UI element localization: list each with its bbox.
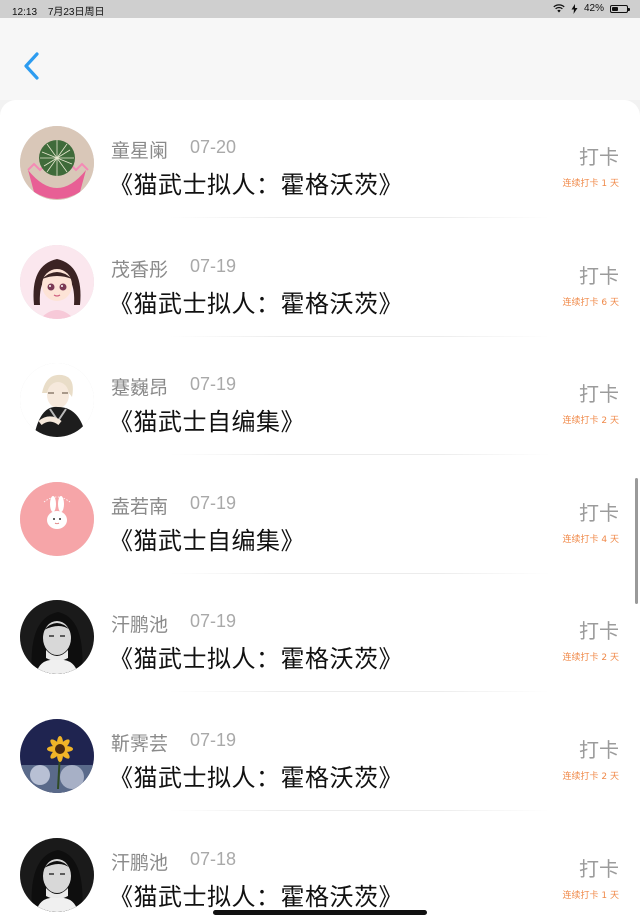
status-date: 7月23日周日 [47, 7, 105, 18]
list-item[interactable]: 茂香彤 07-19 《猫武士拟人：霍格沃茨》 打卡 连续打卡 6 天 [0, 219, 640, 337]
book-title[interactable]: 《猫武士拟人：霍格沃茨》 [109, 165, 403, 200]
checkin-button[interactable]: 打卡 [579, 615, 619, 644]
avatar[interactable] [20, 837, 94, 912]
avatar[interactable] [20, 126, 94, 200]
streak-label: 连续打卡 4 天 [562, 534, 619, 545]
streak-label: 连续打卡 1 天 [562, 179, 619, 189]
avatar[interactable] [20, 481, 94, 556]
checkin-button[interactable]: 打卡 [579, 141, 619, 170]
checkin-list: 童星阑 07-20 《猫武士拟人：霍格沃茨》 打卡 连续打卡 1 天 茂香彤 0… [0, 100, 640, 921]
streak-label: 连续打卡 1 天 [562, 890, 619, 901]
avatar[interactable] [20, 363, 94, 438]
checkin-date: 07-18 [190, 848, 237, 869]
user-name: 蹇巍昂 [111, 377, 169, 400]
avatar[interactable] [20, 719, 94, 793]
book-title[interactable]: 《猫武士拟人：霍格沃茨》 [109, 639, 403, 674]
checkin-date: 07-19 [190, 374, 237, 395]
back-button[interactable] [18, 46, 48, 86]
streak-label: 连续打卡 2 天 [562, 416, 619, 427]
checkin-date: 07-19 [190, 492, 237, 513]
checkin-date: 07-19 [190, 611, 237, 632]
book-title[interactable]: 《猫武士拟人：霍格沃茨》 [109, 284, 403, 319]
user-name: 盍若南 [111, 495, 169, 518]
list-item[interactable]: 靳霁芸 07-19 《猫武士拟人：霍格沃茨》 打卡 连续打卡 2 天 [0, 693, 640, 811]
book-title[interactable]: 《猫武士拟人：霍格沃茨》 [109, 758, 403, 793]
user-name: 茂香彤 [111, 258, 169, 281]
streak-label: 连续打卡 2 天 [562, 772, 619, 782]
avatar[interactable] [20, 600, 94, 675]
list-item[interactable]: 蹇巍昂 07-19 《猫武士自编集》 打卡 连续打卡 2 天 [0, 337, 640, 456]
list-item[interactable]: 童星阑 07-20 《猫武士拟人：霍格沃茨》 打卡 连续打卡 1 天 [0, 100, 640, 218]
checkin-button[interactable]: 打卡 [579, 734, 619, 763]
checkin-button[interactable]: 打卡 [579, 378, 619, 407]
wifi-icon [553, 4, 565, 13]
checkin-button[interactable]: 打卡 [579, 853, 619, 882]
avatar[interactable] [20, 244, 94, 319]
streak-label: 连续打卡 6 天 [562, 297, 619, 308]
checkin-date: 07-19 [190, 730, 237, 750]
charging-icon [571, 3, 578, 14]
book-title[interactable]: 《猫武士自编集》 [109, 402, 305, 437]
book-title[interactable]: 《猫武士拟人：霍格沃茨》 [109, 877, 403, 912]
status-time: 12:13 [12, 7, 38, 18]
battery-percent: 42% [583, 3, 604, 14]
user-name: 汗鹏池 [111, 851, 169, 874]
checkin-date: 07-19 [190, 255, 237, 276]
home-indicator[interactable] [213, 910, 427, 915]
list-item[interactable]: 汗鹏池 07-18 《猫武士拟人：霍格沃茨》 打卡 连续打卡 1 天 [0, 812, 640, 921]
checkin-date: 07-20 [190, 137, 237, 157]
checkin-button[interactable]: 打卡 [579, 260, 619, 289]
navigation-bar [0, 18, 640, 100]
chevron-left-icon [24, 52, 39, 80]
scrollbar[interactable] [635, 478, 638, 604]
user-name: 汗鹏池 [111, 614, 169, 637]
battery-icon [610, 4, 630, 13]
streak-label: 连续打卡 2 天 [562, 653, 619, 664]
list-item[interactable]: 盍若南 07-19 《猫武士自编集》 打卡 连续打卡 4 天 [0, 456, 640, 574]
list-item[interactable]: 汗鹏池 07-19 《猫武士拟人：霍格沃茨》 打卡 连续打卡 2 天 [0, 574, 640, 693]
user-name: 靳霁芸 [111, 733, 169, 755]
status-bar: 12:13 7月23日周日 42% [0, 0, 640, 18]
user-name: 童星阑 [111, 140, 169, 162]
book-title[interactable]: 《猫武士自编集》 [109, 521, 305, 556]
checkin-button[interactable]: 打卡 [579, 497, 619, 526]
